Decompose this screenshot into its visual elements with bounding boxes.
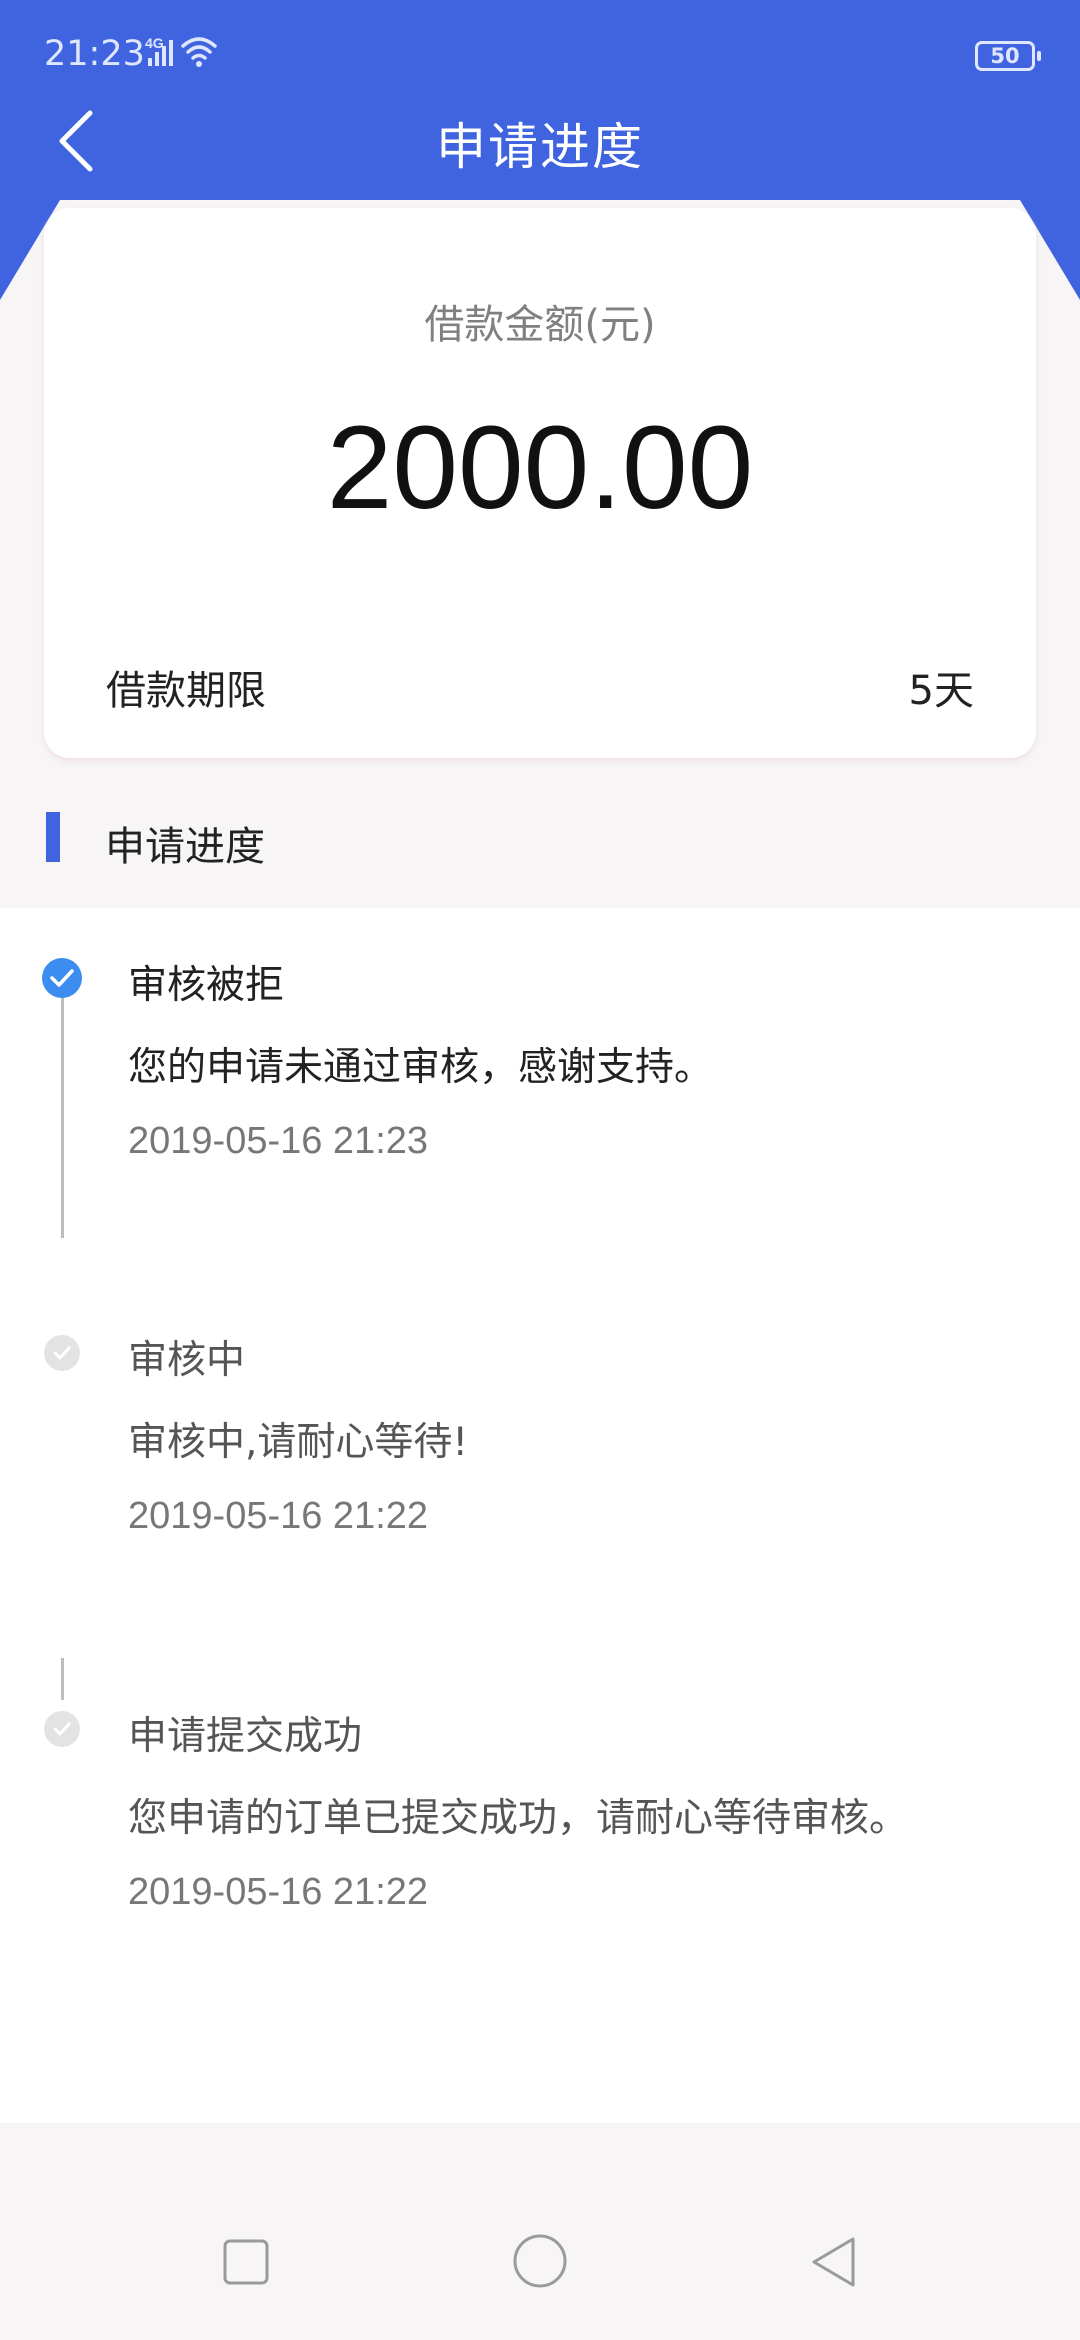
signal-bar-icon <box>148 58 152 66</box>
signal-bar-icon <box>169 40 173 66</box>
step-description: 您申请的订单已提交成功，请耐心等待审核。 <box>128 1796 909 1841</box>
check-circle-icon <box>42 958 82 998</box>
signal-bar-icon <box>155 52 159 66</box>
check-circle-icon <box>44 1335 80 1371</box>
timeline-connector <box>61 978 64 1238</box>
step-description: 您的申请未通过审核，感谢支持。 <box>128 1045 714 1090</box>
step-description: 审核中,请耐心等待! <box>128 1420 469 1465</box>
amount-label: 借款金额(元) <box>424 302 656 348</box>
loan-summary-card: 借款金额(元) 2000.00 借款期限 5天 <box>44 208 1036 758</box>
signal-bar-icon <box>162 46 166 66</box>
wifi-icon <box>181 37 217 60</box>
step-time: 2019-05-16 21:22 <box>128 1495 429 1537</box>
amount-value: 2000.00 <box>326 402 754 534</box>
triangle-back-icon[interactable] <box>808 2235 858 2289</box>
progress-section-header: 申请进度 <box>0 790 1080 890</box>
term-value: 5天 <box>908 668 974 714</box>
app-header: 21:23 4G 50 申请进度 <box>0 0 1080 200</box>
progress-timeline: 审核被拒 您的申请未通过审核，感谢支持。 2019-05-16 21:23 审核… <box>0 908 1080 2123</box>
signal-wifi-icons: 4G <box>145 35 217 67</box>
status-bar: 21:23 4G 50 <box>0 0 1080 110</box>
page-title: 申请进度 <box>436 118 644 176</box>
battery-indicator: 50 <box>975 41 1041 71</box>
section-title: 申请进度 <box>105 824 265 870</box>
step-time: 2019-05-16 21:22 <box>128 1871 429 1913</box>
section-accent-bar <box>46 812 60 862</box>
network-type-label: 4G <box>145 35 164 51</box>
step-time: 2019-05-16 21:23 <box>128 1120 429 1162</box>
circle-icon[interactable] <box>512 2233 568 2289</box>
step-title: 申请提交成功 <box>128 1714 363 1759</box>
system-navigation-bar <box>0 2125 1080 2340</box>
timeline-connector <box>61 1658 64 1700</box>
step-title: 审核被拒 <box>128 963 285 1008</box>
status-time: 21:23 <box>44 34 145 74</box>
check-circle-icon <box>44 1711 80 1747</box>
term-label: 借款期限 <box>106 668 266 714</box>
square-icon[interactable] <box>222 2238 270 2286</box>
step-title: 审核中 <box>128 1338 246 1383</box>
